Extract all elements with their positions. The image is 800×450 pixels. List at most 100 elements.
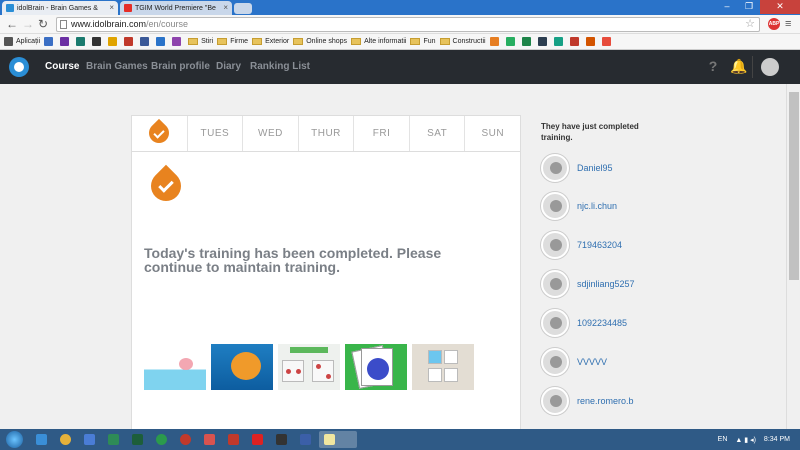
nav-diary[interactable]: Diary bbox=[216, 61, 241, 72]
site-favicon-icon bbox=[124, 37, 134, 46]
bookmark-site[interactable] bbox=[76, 37, 88, 46]
user-item[interactable]: VVVVV bbox=[541, 348, 607, 376]
bookmark-site[interactable] bbox=[172, 37, 184, 46]
taskbar-app-icon[interactable] bbox=[271, 431, 293, 448]
scrollbar-thumb[interactable] bbox=[789, 92, 799, 280]
user-item[interactable]: 719463204 bbox=[541, 231, 622, 259]
bookmark-folder[interactable]: Online shops bbox=[293, 38, 347, 45]
bookmark-apps[interactable]: Aplicații bbox=[4, 37, 40, 46]
folder-icon bbox=[217, 38, 228, 45]
user-item[interactable]: njc.li.chun bbox=[541, 192, 617, 220]
taskbar-app-icon[interactable] bbox=[199, 431, 221, 448]
forward-icon[interactable]: → bbox=[22, 17, 34, 31]
bookmark-folder[interactable]: Firme bbox=[217, 38, 248, 45]
back-icon[interactable]: ← bbox=[6, 17, 18, 31]
user-item[interactable]: rene.romero.b bbox=[541, 387, 634, 415]
bell-icon[interactable]: 🔔 bbox=[730, 58, 748, 76]
bookmark-folder[interactable]: Exterior bbox=[252, 38, 289, 45]
taskbar-app-icon[interactable] bbox=[151, 431, 173, 448]
close-tab-icon[interactable]: × bbox=[109, 3, 114, 12]
new-tab-button[interactable] bbox=[234, 3, 252, 14]
bookmark-folder[interactable]: Fun bbox=[410, 38, 436, 45]
bookmark-folder[interactable]: Alte informatii bbox=[351, 38, 406, 45]
username[interactable]: njc.li.chun bbox=[577, 201, 617, 211]
bookmark-site[interactable] bbox=[585, 37, 598, 46]
bookmark-site[interactable] bbox=[521, 37, 534, 46]
username[interactable]: Daniel95 bbox=[577, 163, 613, 173]
username[interactable]: rene.romero.b bbox=[577, 396, 634, 406]
avatar bbox=[541, 192, 569, 220]
adblock-icon[interactable]: ABP bbox=[768, 18, 780, 30]
reload-icon[interactable]: ↻ bbox=[38, 17, 48, 31]
username[interactable]: sdjinliang5257 bbox=[577, 279, 635, 289]
bookmark-site[interactable] bbox=[140, 37, 152, 46]
close-tab-icon[interactable]: × bbox=[223, 3, 228, 12]
tab-youtube[interactable]: TGIM World Premiere "Be × bbox=[120, 1, 232, 15]
game-thumbnail-puzzle[interactable] bbox=[412, 344, 474, 390]
user-item[interactable]: sdjinliang5257 bbox=[541, 270, 635, 298]
taskbar-excel-icon[interactable] bbox=[103, 431, 125, 448]
minimize-icon[interactable]: – bbox=[716, 0, 738, 14]
site-favicon-icon bbox=[108, 37, 118, 46]
taskbar-app-icon[interactable] bbox=[223, 431, 245, 448]
bookmark-site[interactable] bbox=[553, 37, 566, 46]
bookmark-site[interactable] bbox=[124, 37, 136, 46]
bookmark-site[interactable] bbox=[44, 37, 56, 46]
idolbrain-favicon-icon bbox=[6, 4, 14, 12]
nav-course[interactable]: Course bbox=[45, 61, 79, 72]
taskbar-ie-icon[interactable] bbox=[31, 431, 53, 448]
bookmark-site[interactable] bbox=[92, 37, 104, 46]
username[interactable]: VVVVV bbox=[577, 357, 607, 367]
user-item[interactable]: 1092234485 bbox=[541, 309, 627, 337]
site-favicon-icon bbox=[521, 37, 531, 46]
page-scrollbar[interactable] bbox=[786, 84, 800, 429]
game-thumbnail-dice[interactable] bbox=[278, 344, 340, 390]
taskbar-app-icon[interactable] bbox=[295, 431, 317, 448]
site-favicon-icon bbox=[60, 37, 70, 46]
bookmark-folder[interactable]: Stiri bbox=[188, 38, 213, 45]
tray-icons[interactable]: ▲ ▮ ◂) bbox=[735, 436, 756, 444]
bookmark-folder[interactable]: Constructii bbox=[439, 38, 486, 45]
language-indicator[interactable]: EN bbox=[718, 436, 728, 443]
bookmark-star-icon[interactable]: ☆ bbox=[745, 18, 755, 31]
idolbrain-logo-icon[interactable] bbox=[9, 57, 29, 77]
bookmark-site[interactable] bbox=[505, 37, 518, 46]
game-thumbnail-fish[interactable] bbox=[211, 344, 273, 390]
bookmark-site[interactable] bbox=[489, 37, 502, 46]
taskbar-active-window[interactable] bbox=[319, 431, 357, 448]
bookmark-label: Aplicații bbox=[16, 38, 41, 45]
game-thumbnail-cards[interactable] bbox=[345, 344, 407, 390]
bookmark-site[interactable] bbox=[60, 37, 72, 46]
site-favicon-icon bbox=[92, 37, 102, 46]
nav-ranking-list[interactable]: Ranking List bbox=[250, 61, 310, 72]
close-window-icon[interactable]: ✕ bbox=[760, 0, 800, 14]
user-avatar[interactable] bbox=[761, 58, 779, 76]
game-thumbnail-balloon[interactable] bbox=[144, 344, 206, 390]
start-button[interactable] bbox=[0, 429, 30, 450]
bookmark-site[interactable] bbox=[108, 37, 120, 46]
bookmark-site[interactable] bbox=[537, 37, 550, 46]
clock[interactable]: 8:34 PM bbox=[764, 436, 790, 443]
bookmark-site[interactable] bbox=[156, 37, 168, 46]
site-favicon-icon bbox=[601, 37, 611, 46]
maximize-icon[interactable]: ❐ bbox=[738, 0, 760, 14]
bookmark-site[interactable] bbox=[601, 37, 614, 46]
user-item[interactable]: Daniel95 bbox=[541, 154, 613, 182]
avatar bbox=[541, 154, 569, 182]
taskbar-pdf-icon[interactable] bbox=[247, 431, 269, 448]
taskbar-app-icon[interactable] bbox=[175, 431, 197, 448]
taskbar-chrome-icon[interactable] bbox=[55, 431, 77, 448]
bookmark-label: Fun bbox=[423, 38, 436, 45]
username[interactable]: 719463204 bbox=[577, 240, 622, 250]
url-field[interactable]: www.idolbrain.com/en/course ☆ bbox=[56, 17, 760, 32]
bookmark-site[interactable] bbox=[569, 37, 582, 46]
help-icon[interactable]: ? bbox=[704, 58, 722, 76]
site-navbar: Course Brain Games Brain profile Diary R… bbox=[0, 50, 800, 84]
tab-idolbrain[interactable]: idolBrain - Brain Games & × bbox=[2, 1, 118, 15]
nav-brain-games[interactable]: Brain Games bbox=[86, 61, 148, 72]
taskbar-app-icon[interactable] bbox=[127, 431, 149, 448]
taskbar-app-icon[interactable] bbox=[79, 431, 101, 448]
nav-brain-profile[interactable]: Brain profile bbox=[151, 61, 210, 72]
browser-menu-icon[interactable]: ≡ bbox=[785, 18, 791, 30]
username[interactable]: 1092234485 bbox=[577, 318, 627, 328]
